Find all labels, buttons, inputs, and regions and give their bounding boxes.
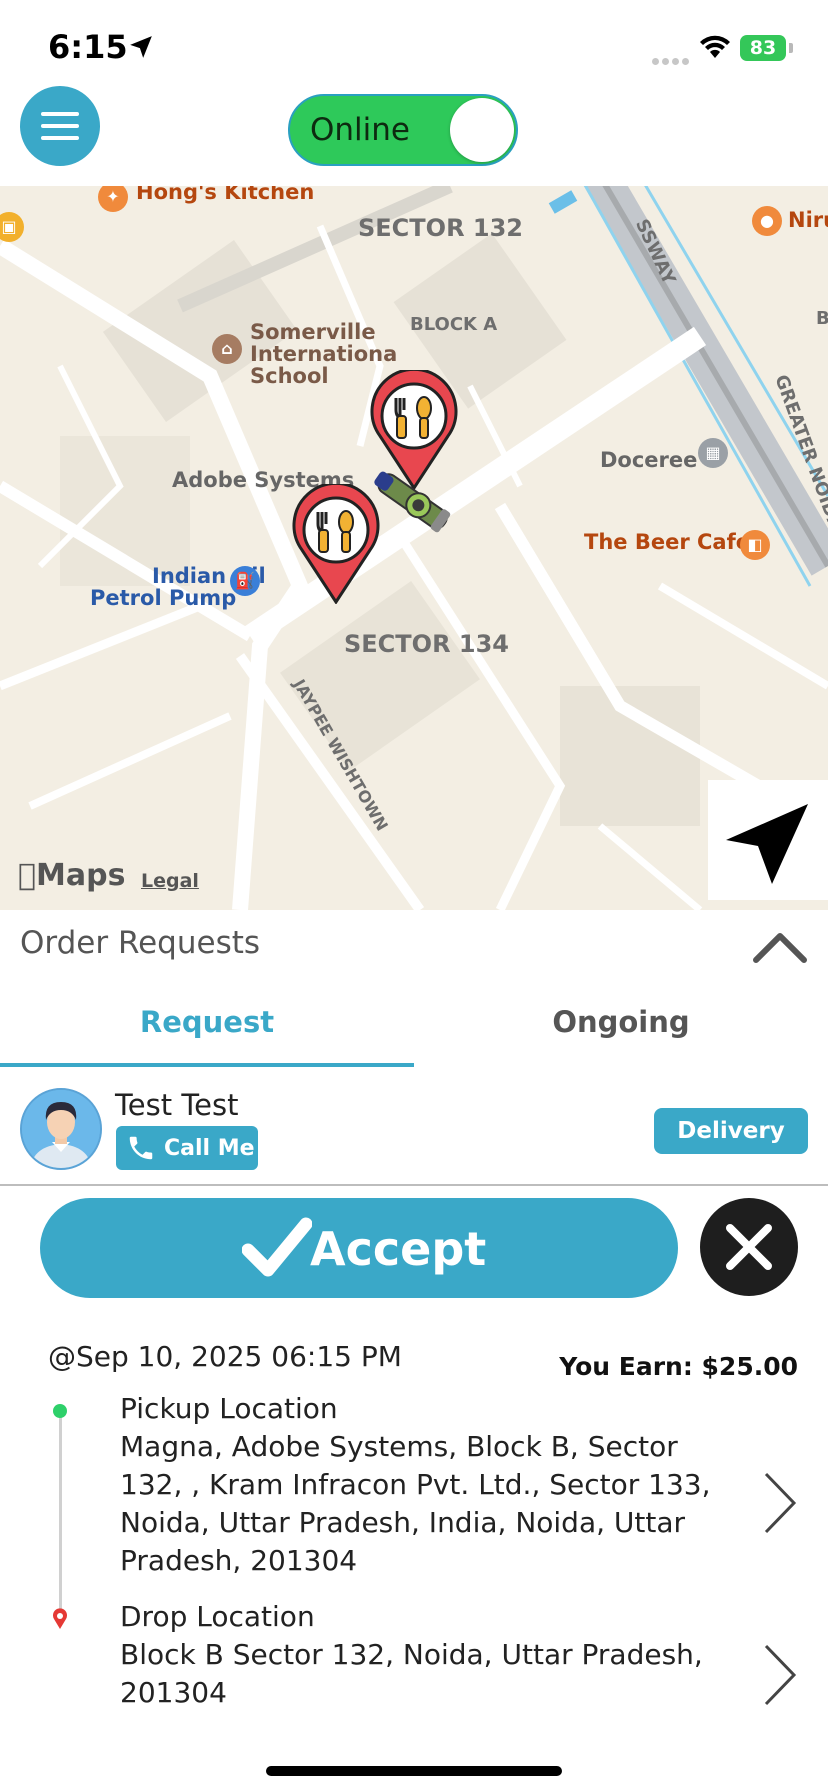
pickup-location-title: Pickup Location (120, 1392, 338, 1425)
order-tabs: Request Ongoing (0, 985, 828, 1069)
battery-level: 83 (749, 37, 777, 59)
status-bar: 6:15 83 (0, 0, 828, 90)
recenter-button[interactable] (708, 780, 828, 900)
drop-pin-icon (53, 1608, 67, 1629)
status-time: 6:15 (48, 28, 128, 66)
location-arrow-icon (130, 36, 152, 58)
chevron-up-icon[interactable] (752, 928, 808, 968)
map-label-block-a: BLOCK A (410, 314, 498, 335)
building-poi-icon[interactable]: ▦ (698, 438, 728, 468)
map-label-b-edge: B (816, 308, 828, 329)
fuel-poi-icon[interactable]: ⛽ (230, 566, 260, 596)
map-label-somerville-1[interactable]: Somerville (250, 320, 376, 344)
route-connector (59, 1412, 62, 1617)
map-label-hongs-kitchen[interactable]: Hong's Kitchen (136, 186, 314, 204)
close-icon (726, 1224, 772, 1270)
wifi-icon (700, 35, 730, 58)
home-indicator[interactable] (266, 1766, 562, 1776)
delivery-type-badge: Delivery (654, 1108, 808, 1154)
food-poi-icon[interactable]: ● (752, 206, 782, 236)
avatar (20, 1088, 102, 1170)
pickup-location-address[interactable]: Magna, Adobe Systems, Block B, Sector 13… (120, 1428, 720, 1580)
map-label-sector-134: SECTOR 134 (344, 630, 509, 658)
map-label-indian-oil-2[interactable]: Petrol Pump (90, 586, 236, 610)
call-me-button[interactable]: Call Me (116, 1126, 258, 1170)
drop-location-address[interactable]: Block B Sector 132, Noida, Uttar Pradesh… (120, 1636, 720, 1712)
customer-name: Test Test (115, 1088, 239, 1122)
legal-link[interactable]: Legal (141, 870, 199, 892)
drop-location-title: Drop Location (120, 1600, 315, 1633)
bar-poi-icon[interactable]: ◧ (740, 530, 770, 560)
toggle-knob[interactable] (450, 98, 514, 162)
call-me-label: Call Me (164, 1136, 255, 1161)
accept-button[interactable]: Accept (40, 1198, 678, 1298)
earnings-label: You Earn: $25.00 (559, 1352, 798, 1381)
rider-scooter-icon (374, 471, 451, 533)
avatar-person-icon (22, 1090, 100, 1168)
tab-request[interactable]: Request (0, 1005, 414, 1039)
customer-row: Test Test Call Me Delivery (0, 1080, 828, 1186)
chevron-right-icon[interactable] (760, 1642, 800, 1708)
battery-tip (789, 43, 793, 53)
order-datetime: @Sep 10, 2025 06:15 PM (48, 1340, 402, 1373)
tab-ongoing[interactable]: Ongoing (414, 1005, 828, 1039)
map-label-doceree[interactable]: Doceree (600, 448, 697, 472)
map-label-niru[interactable]: Niru (788, 208, 828, 232)
apple-logo-icon:  (18, 858, 36, 893)
accept-label: Accept (310, 1222, 487, 1276)
tab-active-indicator (0, 1063, 414, 1067)
decline-button[interactable] (700, 1198, 798, 1296)
checkmark-icon (242, 1217, 312, 1277)
phone-icon (129, 1136, 153, 1160)
navigation-arrow-icon (726, 804, 808, 884)
cellular-signal-icon (652, 50, 692, 69)
online-toggle[interactable]: Online (288, 94, 518, 166)
menu-button[interactable] (20, 86, 100, 166)
online-toggle-label: Online (310, 112, 410, 148)
school-poi-icon[interactable]: ⌂ (212, 334, 242, 364)
order-requests-title: Order Requests (20, 925, 261, 961)
battery-icon: 83 (740, 35, 786, 61)
pickup-dot-icon (53, 1404, 67, 1418)
maps-brand-label: Maps (18, 858, 125, 893)
map-label-beer-cafe[interactable]: The Beer Cafe (584, 530, 750, 554)
map-label-somerville-3[interactable]: School (250, 364, 329, 388)
map-view[interactable]: ✦ Hong's Kitchen ▣ SECTOR 132 SSWAY ● Ni… (0, 186, 828, 910)
chevron-right-icon[interactable] (760, 1470, 800, 1536)
map-label-sector-132: SECTOR 132 (358, 214, 523, 242)
apple-maps-logo: Maps (18, 858, 125, 893)
map-label-somerville-2[interactable]: Internationa (250, 342, 397, 366)
